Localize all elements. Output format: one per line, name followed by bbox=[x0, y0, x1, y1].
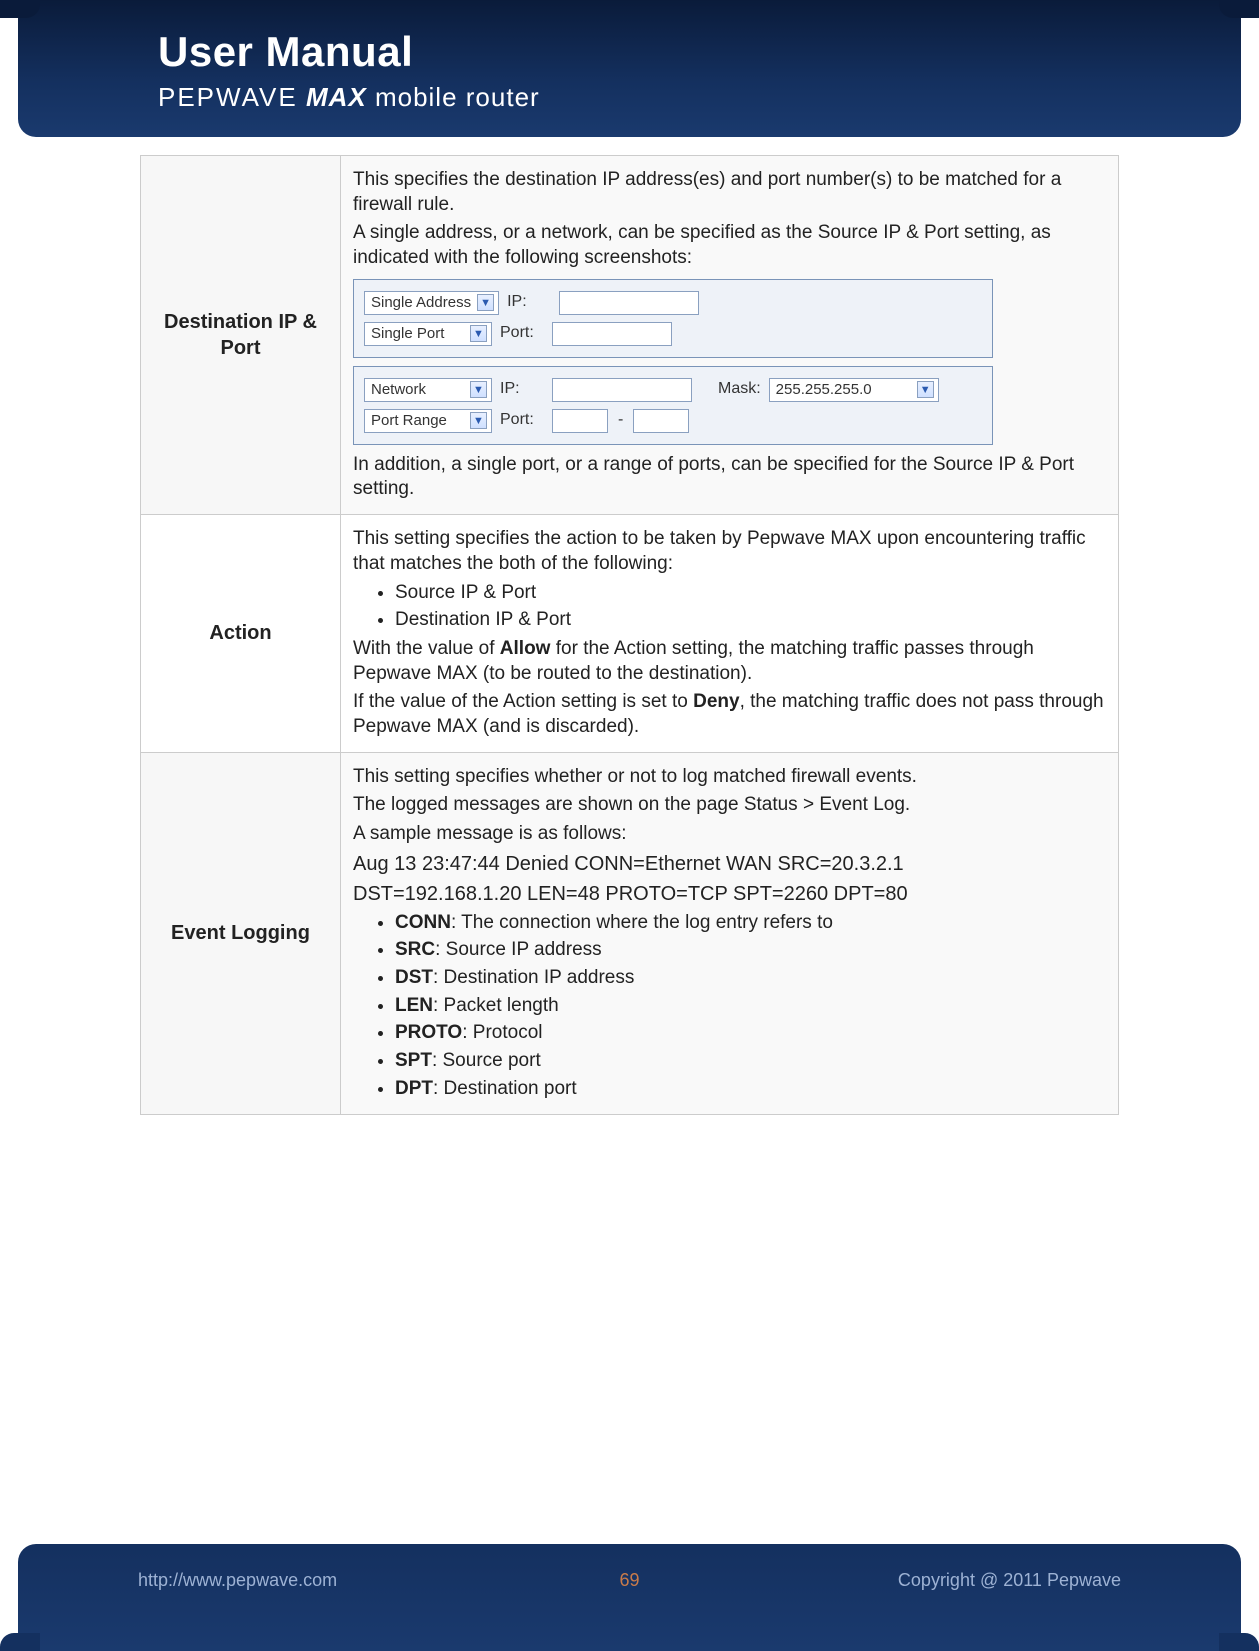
action-bullet-source: Source IP & Port bbox=[395, 581, 1106, 606]
chevron-down-icon: ▼ bbox=[477, 294, 494, 311]
log-field-key: SPT bbox=[395, 1050, 432, 1071]
chevron-down-icon: ▼ bbox=[470, 412, 487, 429]
log-p3: A sample message is as follows: bbox=[353, 822, 1106, 847]
log-sample-1: Aug 13 23:47:44 Denied CONN=Ethernet WAN… bbox=[353, 851, 1106, 877]
log-field-key: PROTO bbox=[395, 1022, 462, 1043]
log-field-desc: : Source port bbox=[432, 1050, 541, 1071]
chevron-down-icon: ▼ bbox=[917, 381, 934, 398]
chevron-down-icon: ▼ bbox=[470, 381, 487, 398]
dest-p2: A single address, or a network, can be s… bbox=[353, 221, 1106, 270]
ip-input[interactable] bbox=[552, 378, 692, 402]
select-label: Port Range bbox=[371, 411, 447, 431]
log-field-key: SRC bbox=[395, 939, 435, 960]
log-field-list: CONN: The connection where the log entry… bbox=[395, 911, 1106, 1102]
row-label-action: Action bbox=[141, 515, 341, 753]
select-port-range[interactable]: Port Range ▼ bbox=[364, 409, 492, 433]
select-single-port[interactable]: Single Port ▼ bbox=[364, 322, 492, 346]
dest-p3: In addition, a single port, or a range o… bbox=[353, 453, 1106, 502]
row-desc-action: This setting specifies the action to be … bbox=[341, 515, 1119, 753]
screenshot-network: Network ▼ IP: Mask: 255.255.255.0 ▼ bbox=[353, 366, 993, 445]
action-p3: If the value of the Action setting is se… bbox=[353, 690, 1106, 739]
settings-table: Destination IP & Port This specifies the… bbox=[140, 155, 1119, 1115]
log-field-item: DPT: Destination port bbox=[395, 1077, 1106, 1102]
text: If the value of the Action setting is se… bbox=[353, 691, 693, 712]
row-label-logging: Event Logging bbox=[141, 752, 341, 1114]
log-field-item: SRC: Source IP address bbox=[395, 938, 1106, 963]
ip-input[interactable] bbox=[559, 291, 699, 315]
footer-copyright: Copyright @ 2011 Pepwave bbox=[898, 1570, 1121, 1591]
port-label: Port: bbox=[500, 410, 544, 431]
dest-p1: This specifies the destination IP addres… bbox=[353, 168, 1106, 217]
doc-title: User Manual bbox=[158, 28, 1241, 76]
select-network[interactable]: Network ▼ bbox=[364, 378, 492, 402]
ip-label: IP: bbox=[500, 379, 544, 400]
select-label: Network bbox=[371, 380, 426, 400]
row-label-destination: Destination IP & Port bbox=[141, 156, 341, 515]
footer-url: http://www.pepwave.com bbox=[138, 1570, 337, 1591]
log-field-desc: : Destination port bbox=[433, 1078, 577, 1099]
select-single-address[interactable]: Single Address ▼ bbox=[364, 291, 499, 315]
mask-value: 255.255.255.0 bbox=[776, 380, 872, 400]
log-field-key: DST bbox=[395, 967, 433, 988]
port-from-input[interactable] bbox=[552, 409, 608, 433]
log-field-key: DPT bbox=[395, 1078, 433, 1099]
row-desc-logging: This setting specifies whether or not to… bbox=[341, 752, 1119, 1114]
log-field-desc: : Packet length bbox=[433, 995, 559, 1016]
select-mask[interactable]: 255.255.255.0 ▼ bbox=[769, 378, 939, 402]
product-tag: mobile router bbox=[375, 82, 540, 112]
doc-subtitle: PEPWAVE MAX mobile router bbox=[158, 82, 1241, 113]
log-field-item: DST: Destination IP address bbox=[395, 966, 1106, 991]
log-field-item: LEN: Packet length bbox=[395, 994, 1106, 1019]
mask-label: Mask: bbox=[718, 379, 761, 400]
action-p1: This setting specifies the action to be … bbox=[353, 527, 1106, 576]
text: With the value of bbox=[353, 638, 500, 659]
action-p2: With the value of Allow for the Action s… bbox=[353, 637, 1106, 686]
allow-keyword: Allow bbox=[500, 638, 551, 659]
log-field-desc: : Protocol bbox=[462, 1022, 542, 1043]
screenshot-single: Single Address ▼ IP: Single Port ▼ Por bbox=[353, 279, 993, 358]
port-to-input[interactable] bbox=[633, 409, 689, 433]
product-name: MAX bbox=[306, 82, 367, 112]
port-input[interactable] bbox=[552, 322, 672, 346]
range-dash: - bbox=[616, 410, 625, 431]
log-field-desc: : Destination IP address bbox=[433, 967, 634, 988]
log-field-item: CONN: The connection where the log entry… bbox=[395, 911, 1106, 936]
log-field-key: CONN bbox=[395, 912, 451, 933]
row-desc-destination: This specifies the destination IP addres… bbox=[341, 156, 1119, 515]
content-area: Destination IP & Port This specifies the… bbox=[0, 137, 1259, 1544]
log-field-item: PROTO: Protocol bbox=[395, 1021, 1106, 1046]
log-p2: The logged messages are shown on the pag… bbox=[353, 793, 1106, 818]
log-field-item: SPT: Source port bbox=[395, 1049, 1106, 1074]
brand-name: PEPWAVE bbox=[158, 82, 298, 112]
chevron-down-icon: ▼ bbox=[470, 325, 487, 342]
deny-keyword: Deny bbox=[693, 691, 739, 712]
document-footer: http://www.pepwave.com 69 Copyright @ 20… bbox=[18, 1544, 1241, 1651]
log-field-key: LEN bbox=[395, 995, 433, 1016]
port-label: Port: bbox=[500, 323, 544, 344]
action-bullet-dest: Destination IP & Port bbox=[395, 608, 1106, 633]
select-label: Single Port bbox=[371, 324, 444, 344]
log-field-desc: : Source IP address bbox=[435, 939, 602, 960]
log-p1: This setting specifies whether or not to… bbox=[353, 765, 1106, 790]
log-field-desc: : The connection where the log entry ref… bbox=[451, 912, 833, 933]
ip-label: IP: bbox=[507, 292, 551, 313]
select-label: Single Address bbox=[371, 293, 471, 313]
page-number: 69 bbox=[619, 1570, 639, 1591]
log-sample-2: DST=192.168.1.20 LEN=48 PROTO=TCP SPT=22… bbox=[353, 881, 1106, 907]
document-header: User Manual PEPWAVE MAX mobile router bbox=[18, 0, 1241, 137]
